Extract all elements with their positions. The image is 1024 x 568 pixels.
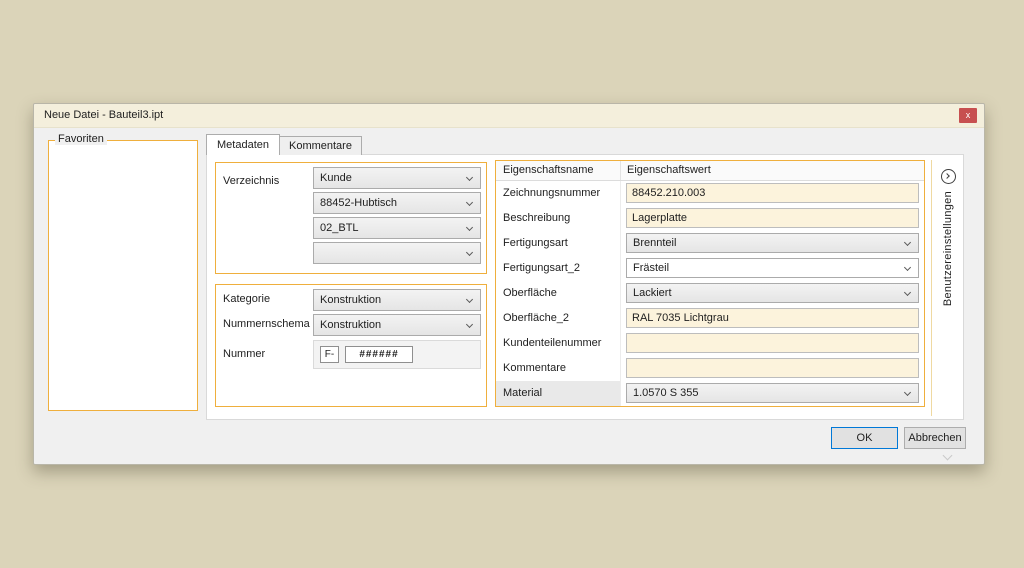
verzeichnis-combo-2[interactable]: 88452-Hubtisch	[313, 192, 481, 214]
property-name: Oberfläche_2	[496, 306, 620, 331]
user-settings-label: Benutzereinstellungen	[942, 191, 954, 306]
tab-metadaten[interactable]: Metadaten	[206, 134, 280, 155]
tab-kommentare[interactable]: Kommentare	[280, 136, 362, 155]
nummernschema-combo[interactable]: Konstruktion	[313, 314, 481, 336]
verzeichnis-combo-3[interactable]: 02_BTL	[313, 217, 481, 239]
kommentare-input[interactable]	[626, 358, 919, 378]
header-eigenschaftswert: Eigenschaftswert	[620, 161, 924, 180]
oberflaeche-combo-value: Lackiert	[627, 284, 918, 302]
verzeichnis-combos: Kunde 88452-Hubtisch 02_BTL	[313, 167, 481, 267]
properties-table-header: Eigenschaftsname Eigenschaftswert	[496, 161, 924, 181]
property-name: Kundenteilenummer	[496, 331, 620, 356]
table-row: Oberfläche Lackiert	[496, 281, 924, 306]
resize-grip-icon	[943, 451, 953, 461]
property-value-cell: Brennteil	[620, 231, 924, 256]
table-row: Kundenteilenummer	[496, 331, 924, 356]
expander-arrow-icon[interactable]	[941, 169, 956, 184]
verzeichnis-combo-1[interactable]: Kunde	[313, 167, 481, 189]
property-value-cell: 1.0570 S 355	[620, 381, 924, 406]
fertigungsart-combo-value: Brennteil	[627, 234, 918, 252]
beschreibung-input[interactable]: Lagerplatte	[626, 208, 919, 228]
kategorie-label: Kategorie	[223, 293, 270, 305]
table-row: Fertigungsart Brennteil	[496, 231, 924, 256]
property-name: Fertigungsart	[496, 231, 620, 256]
new-file-dialog: Neue Datei - Bauteil3.ipt x Favoriten Me…	[33, 103, 985, 465]
verzeichnis-label: Verzeichnis	[223, 175, 279, 187]
property-name: Oberfläche	[496, 281, 620, 306]
close-icon[interactable]: x	[959, 108, 977, 123]
nummer-panel: F- ######	[313, 340, 481, 369]
property-value-cell	[620, 356, 924, 381]
verzeichnis-combo-2-value: 88452-Hubtisch	[314, 193, 480, 213]
property-value-cell: Lackiert	[620, 281, 924, 306]
header-eigenschaftsname: Eigenschaftsname	[496, 161, 620, 180]
property-name: Fertigungsart_2	[496, 256, 620, 281]
kategorie-combo[interactable]: Konstruktion	[313, 289, 481, 311]
favorites-panel[interactable]: Favoriten	[48, 140, 198, 411]
property-name: Kommentare	[496, 356, 620, 381]
table-row: Zeichnungsnummer 88452.210.003	[496, 181, 924, 206]
chevron-down-icon	[466, 249, 473, 256]
verzeichnis-combo-4[interactable]	[313, 242, 481, 264]
nummernschema-combo-value: Konstruktion	[314, 315, 480, 335]
property-value-cell	[620, 331, 924, 356]
window-title: Neue Datei - Bauteil3.ipt	[44, 104, 163, 127]
nummer-mask-field[interactable]: ######	[345, 346, 413, 363]
table-row: Fertigungsart_2 Frästeil	[496, 256, 924, 281]
kategorie-combo-value: Konstruktion	[314, 290, 480, 310]
nummer-prefix-field[interactable]: F-	[320, 346, 339, 363]
ok-button[interactable]: OK	[831, 427, 898, 449]
tab-strip: Metadaten Kommentare	[206, 134, 362, 155]
verzeichnis-combo-3-value: 02_BTL	[314, 218, 480, 238]
fertigungsart-2-combo-value: Frästeil	[627, 259, 918, 277]
property-name: Beschreibung	[496, 206, 620, 231]
oberflaeche-2-input[interactable]: RAL 7035 Lichtgrau	[626, 308, 919, 328]
chevron-right-icon	[944, 173, 950, 179]
oberflaeche-combo[interactable]: Lackiert	[626, 283, 919, 303]
property-value-cell: Frästeil	[620, 256, 924, 281]
properties-table: Eigenschaftsname Eigenschaftswert Zeichn…	[495, 160, 925, 407]
table-row: Beschreibung Lagerplatte	[496, 206, 924, 231]
favorites-label: Favoriten	[55, 133, 107, 145]
nummer-label: Nummer	[223, 348, 265, 360]
property-value-cell: 88452.210.003	[620, 181, 924, 206]
property-name: Zeichnungsnummer	[496, 181, 620, 206]
metadaten-tab-page: Verzeichnis Kunde 88452-Hubtisch 02_BTL	[206, 154, 964, 420]
property-value-cell: Lagerplatte	[620, 206, 924, 231]
cancel-button[interactable]: Abbrechen	[904, 427, 966, 449]
kategorie-group: Kategorie Konstruktion Nummernschema Kon…	[215, 284, 487, 407]
property-value-cell: RAL 7035 Lichtgrau	[620, 306, 924, 331]
table-row: Material 1.0570 S 355	[496, 381, 924, 406]
verzeichnis-combo-1-value: Kunde	[314, 168, 480, 188]
fertigungsart-combo[interactable]: Brennteil	[626, 233, 919, 253]
table-row: Kommentare	[496, 356, 924, 381]
nummernschema-label: Nummernschema	[223, 318, 310, 330]
material-combo[interactable]: 1.0570 S 355	[626, 383, 919, 403]
fertigungsart-2-combo[interactable]: Frästeil	[626, 258, 919, 278]
title-bar: Neue Datei - Bauteil3.ipt x	[34, 104, 984, 128]
verzeichnis-group: Verzeichnis Kunde 88452-Hubtisch 02_BTL	[215, 162, 487, 274]
user-settings-expander: Benutzereinstellungen	[931, 160, 964, 416]
table-row: Oberfläche_2 RAL 7035 Lichtgrau	[496, 306, 924, 331]
material-combo-value: 1.0570 S 355	[627, 384, 918, 402]
kundenteilenummer-input[interactable]	[626, 333, 919, 353]
property-name: Material	[496, 381, 620, 406]
zeichnungsnummer-input[interactable]: 88452.210.003	[626, 183, 919, 203]
